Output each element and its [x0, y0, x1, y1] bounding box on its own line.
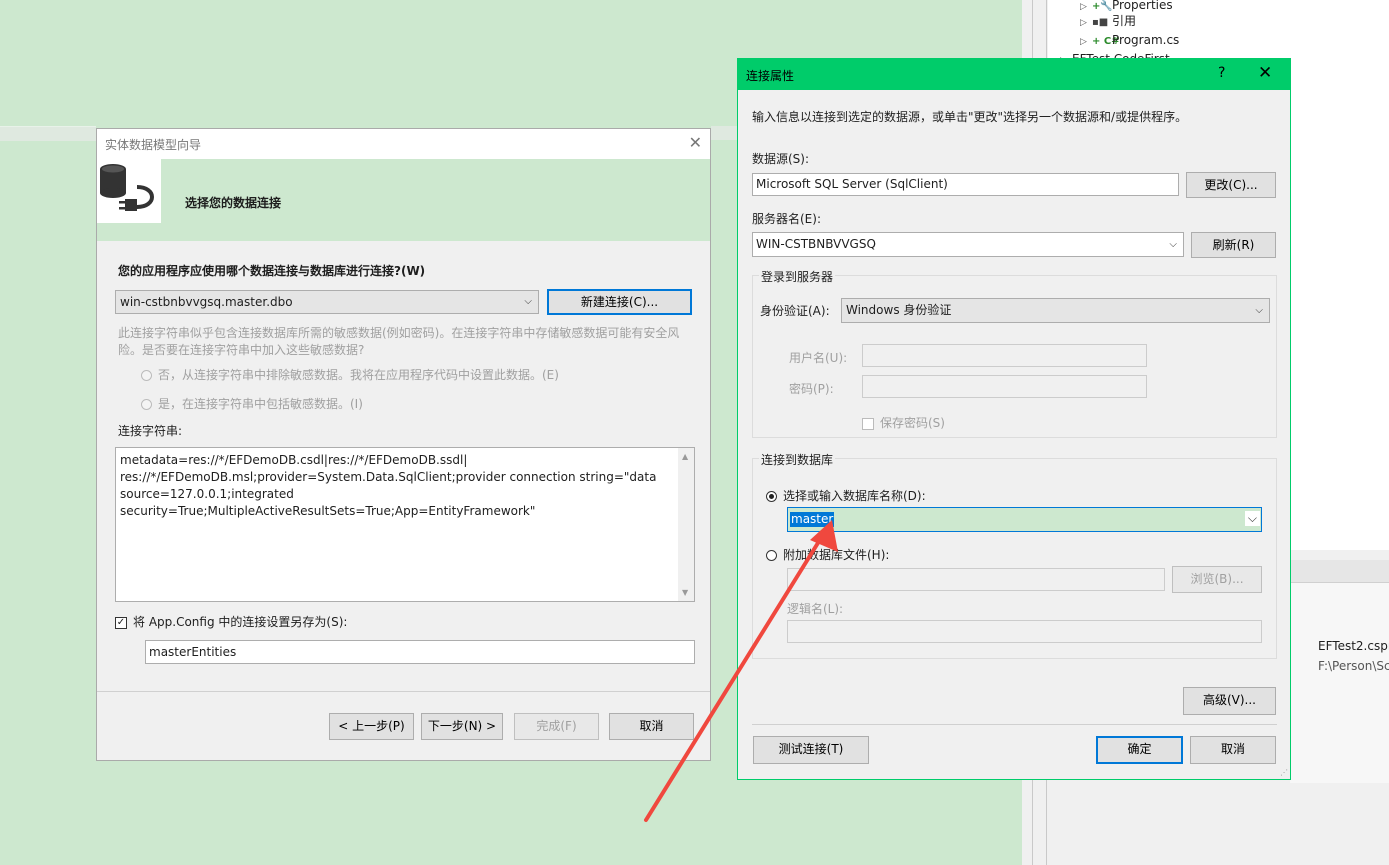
annotation-arrow-icon: [644, 520, 838, 822]
